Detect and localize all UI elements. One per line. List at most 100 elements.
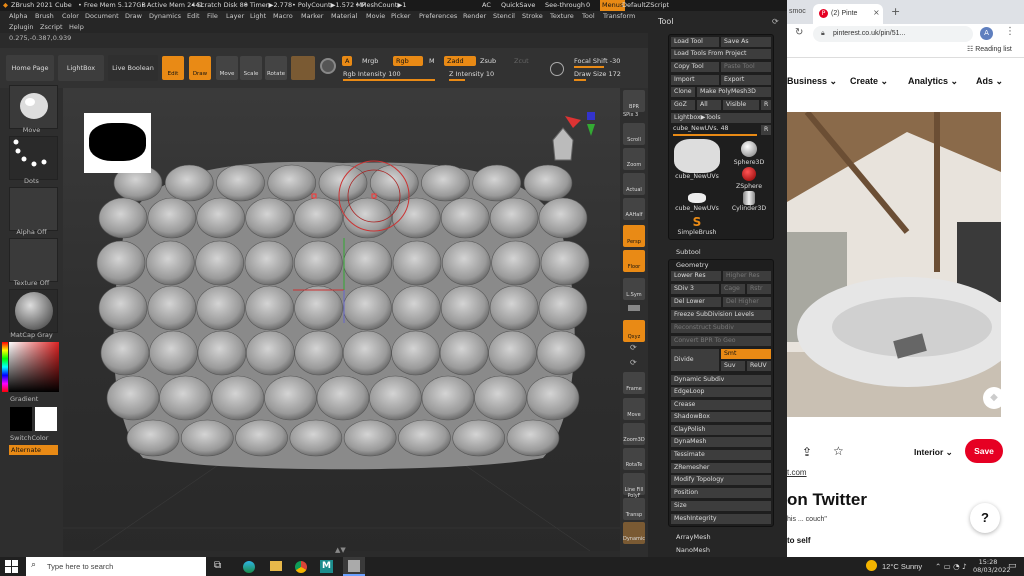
menu-stroke[interactable]: Stroke bbox=[522, 11, 543, 22]
geo-item-claypolish[interactable]: ClayPolish bbox=[671, 425, 771, 435]
brush-thumbnail[interactable] bbox=[9, 85, 58, 129]
zcut-button[interactable]: Zcut bbox=[514, 57, 529, 65]
menu-marker[interactable]: Marker bbox=[301, 11, 323, 22]
menu-edit[interactable]: Edit bbox=[187, 11, 200, 22]
menu-dynamics[interactable]: Dynamics bbox=[149, 11, 181, 22]
pin-image[interactable]: ◆ bbox=[787, 112, 1001, 417]
draw-mode-button[interactable]: Draw bbox=[189, 56, 211, 80]
menu-document[interactable]: Document bbox=[85, 11, 119, 22]
make-polymesh-button[interactable]: Make PolyMesh3D bbox=[697, 87, 771, 97]
stroke-thumbnail[interactable] bbox=[9, 136, 58, 180]
rotate-mode-button[interactable]: Rotate bbox=[265, 56, 287, 80]
goz-button[interactable]: GoZ bbox=[671, 100, 695, 110]
geo-item-modify-topology[interactable]: Modify Topology bbox=[671, 475, 771, 485]
rotate-z-icon[interactable]: ⟳ bbox=[630, 358, 637, 367]
menu-stencil[interactable]: Stencil bbox=[493, 11, 515, 22]
rgb-button[interactable]: Rgb bbox=[393, 56, 423, 66]
current-tool-slider[interactable]: cube_NewUVs. 48 bbox=[673, 125, 728, 132]
persp-button[interactable]: Persp bbox=[623, 225, 645, 247]
texture-thumbnail[interactable] bbox=[9, 238, 58, 282]
actual-button[interactable]: Actual bbox=[623, 173, 645, 195]
tool-thumb-simplebrush[interactable]: S SimpleBrush bbox=[671, 215, 723, 236]
geo-item-zremesher[interactable]: ZRemesher bbox=[671, 463, 771, 473]
tag-icon[interactable]: ◆ bbox=[983, 387, 1001, 409]
menu-light[interactable]: Light bbox=[250, 11, 266, 22]
export-button[interactable]: Export bbox=[721, 75, 771, 85]
zbrush-taskbar-icon[interactable] bbox=[343, 557, 365, 576]
star-icon[interactable]: ☆ bbox=[833, 444, 844, 458]
save-as-button[interactable]: Save As bbox=[721, 37, 771, 47]
defaultzscript-button[interactable]: DefaultZScript bbox=[622, 0, 669, 11]
geo-item-dynamesh[interactable]: DynaMesh bbox=[671, 437, 771, 447]
m-button[interactable]: M bbox=[429, 57, 435, 65]
hue-strip[interactable] bbox=[2, 342, 8, 392]
menu-macro[interactable]: Macro bbox=[273, 11, 293, 22]
move-mode-button[interactable]: Move bbox=[216, 56, 238, 80]
edge-icon[interactable] bbox=[243, 561, 255, 573]
geo-item-edgeloop[interactable]: EdgeLoop bbox=[671, 387, 771, 397]
rotate-button[interactable]: RotaTe bbox=[623, 448, 645, 470]
polypaint-icon[interactable] bbox=[320, 58, 336, 74]
focal-shift-slider[interactable]: Focal Shift -30 bbox=[574, 57, 620, 65]
nanomesh-header[interactable]: NanoMesh bbox=[676, 546, 710, 554]
geometry-header[interactable]: Geometry bbox=[676, 261, 708, 269]
bpr-button[interactable]: BPR bbox=[623, 90, 645, 112]
menu-texture[interactable]: Texture bbox=[550, 11, 574, 22]
zsub-button[interactable]: Zsub bbox=[480, 57, 496, 65]
help-button[interactable]: ? bbox=[970, 503, 1000, 533]
board-select[interactable]: Interior ⌄ bbox=[914, 447, 953, 458]
menu-layer[interactable]: Layer bbox=[226, 11, 244, 22]
lightbox-tools-button[interactable]: Lightbox▶Tools bbox=[671, 113, 771, 123]
z-intensity-slider[interactable]: Z Intensity 10 bbox=[449, 70, 494, 78]
main-color-swatch[interactable] bbox=[10, 407, 32, 431]
live-boolean-button[interactable]: Live Boolean bbox=[108, 55, 158, 81]
polyframe-button[interactable]: Line Fill PolyF bbox=[623, 473, 645, 499]
mrgb-button[interactable]: Mrgb bbox=[362, 57, 378, 65]
scroll-button[interactable]: Scroll bbox=[623, 123, 645, 145]
file-explorer-icon[interactable] bbox=[270, 561, 282, 571]
geo-item-position[interactable]: Position bbox=[671, 488, 771, 498]
nav-create[interactable]: Create ⌄ bbox=[850, 76, 888, 87]
rotate-y-icon[interactable]: ⟳ bbox=[630, 343, 637, 352]
windows-start-icon[interactable] bbox=[5, 560, 18, 573]
orientation-gizmo-icon[interactable] bbox=[543, 110, 603, 170]
alpha-thumbnail[interactable] bbox=[9, 187, 58, 231]
menu-picker[interactable]: Picker bbox=[391, 11, 410, 22]
tray-icons[interactable]: ⌃ ▭ ◔ ♪ bbox=[935, 562, 967, 571]
clock[interactable]: 15:28 08/03/2022 bbox=[973, 558, 1010, 574]
menu-help[interactable]: Help bbox=[69, 22, 84, 33]
geo-item-crease[interactable]: Crease bbox=[671, 400, 771, 410]
tool-r-button[interactable]: R bbox=[761, 125, 771, 135]
menu-render[interactable]: Render bbox=[463, 11, 486, 22]
convert-bpr-button[interactable]: Convert BPR To Geo bbox=[671, 336, 771, 346]
tool-thumb-cube-newuvs-2[interactable]: cube_NewUVs bbox=[671, 191, 723, 212]
transp-button[interactable]: Transp bbox=[623, 498, 645, 520]
menu-tool[interactable]: Tool bbox=[582, 11, 595, 22]
rstr-button[interactable]: Rstr bbox=[747, 284, 771, 294]
pin-source-link[interactable]: t.com bbox=[787, 468, 807, 477]
all-button[interactable]: All bbox=[697, 100, 721, 110]
geo-item-size[interactable]: Size bbox=[671, 501, 771, 511]
qxyz-button[interactable]: Qxyz bbox=[623, 320, 645, 342]
menu-zplugin[interactable]: Zplugin bbox=[9, 22, 34, 33]
lightbox-button[interactable]: LightBox bbox=[58, 55, 104, 81]
tool-thumb-zsphere[interactable]: ZSphere bbox=[725, 165, 773, 190]
menu-preferences[interactable]: Preferences bbox=[419, 11, 457, 22]
tool-thumb-cylinder3d[interactable]: Cylinder3D bbox=[725, 191, 773, 212]
arraymesh-header[interactable]: ArrayMesh bbox=[676, 533, 711, 541]
menu-draw[interactable]: Draw bbox=[125, 11, 142, 22]
smt-toggle[interactable]: Smt bbox=[721, 349, 771, 359]
rgb-intensity-slider[interactable]: Rgb Intensity 100 bbox=[343, 70, 401, 78]
zoom-button[interactable]: Zoom bbox=[623, 148, 645, 170]
aahalf-button[interactable]: AAHalf bbox=[623, 198, 645, 220]
spix-slider[interactable]: SPix 3 bbox=[623, 112, 638, 118]
reading-list-button[interactable]: ☷ Reading list bbox=[967, 45, 1012, 53]
cage-button[interactable]: Cage bbox=[721, 284, 745, 294]
menu-movie[interactable]: Movie bbox=[366, 11, 385, 22]
suv-toggle[interactable]: Suv bbox=[721, 361, 745, 371]
reconstruct-subdiv-button[interactable]: Reconstruct Subdiv bbox=[671, 323, 771, 333]
goz-r-button[interactable]: R bbox=[761, 100, 771, 110]
dynamic-button[interactable]: Dynamic bbox=[623, 522, 645, 544]
chrome-icon[interactable] bbox=[295, 561, 307, 573]
address-bar[interactable]: 🔒︎ pinterest.co.uk/pin/51... bbox=[813, 26, 973, 42]
